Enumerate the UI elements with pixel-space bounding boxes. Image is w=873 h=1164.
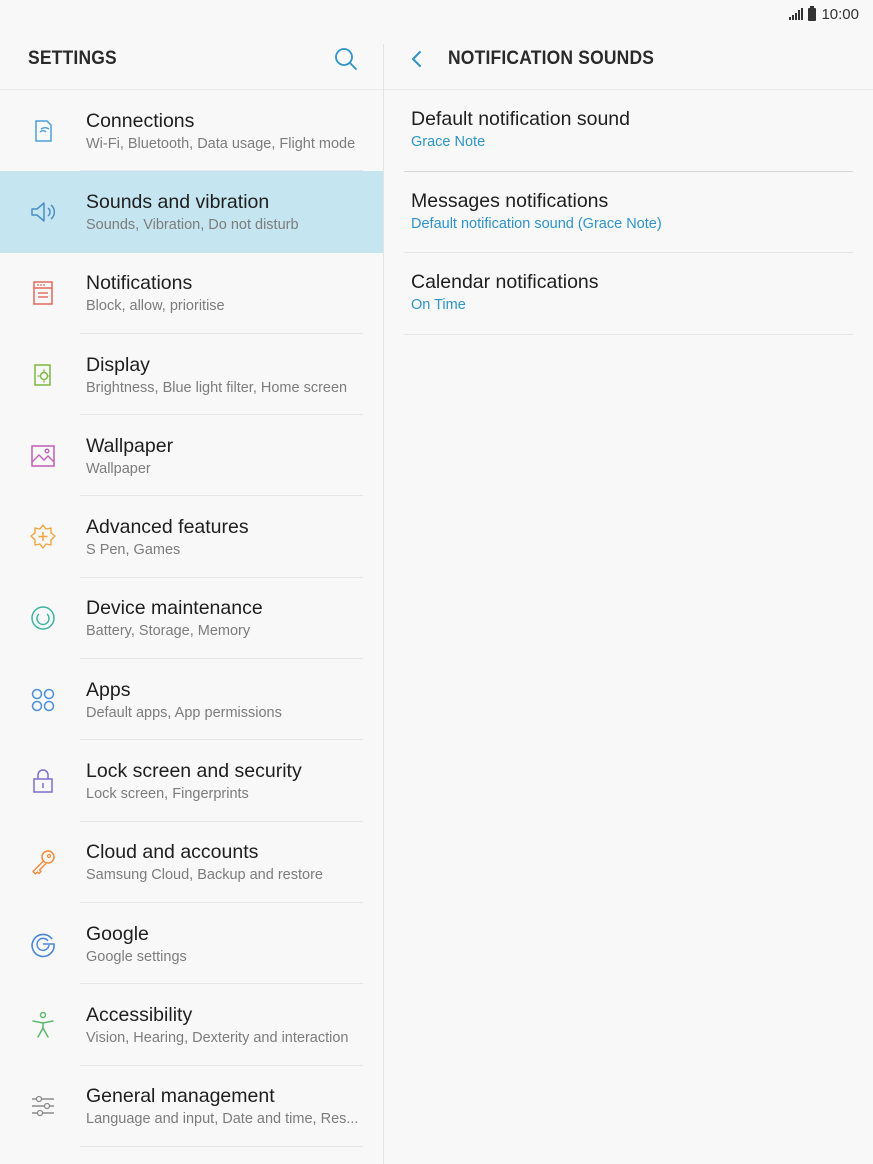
settings-pane: SETTINGS Connections Wi-Fi, Bluetooth, D… [0, 28, 383, 1164]
sliders-icon [32, 1096, 54, 1117]
key-icon [32, 850, 55, 876]
sidebar-item-title: Wallpaper [86, 434, 174, 457]
sidebar-item-subtitle: Wallpaper [86, 460, 151, 477]
status-bar: 10:00 [0, 0, 873, 28]
battery-icon [808, 5, 817, 21]
sidebar-item-title: Apps [86, 678, 131, 701]
display-icon [34, 363, 51, 386]
sidebar-item-connections[interactable]: Connections Wi-Fi, Bluetooth, Data usage… [0, 90, 383, 172]
sidebar-item-advanced-features[interactable]: Advanced features S Pen, Games [0, 496, 383, 578]
sidebar-item-title: Advanced features [86, 516, 249, 539]
sidebar-item-title: Google [86, 922, 149, 945]
sidebar-item-subtitle: Samsung Cloud, Backup and restore [86, 867, 323, 884]
search-button[interactable] [333, 46, 359, 72]
lock-icon [33, 769, 53, 793]
notification-sounds-list: Default notification sound Grace Note Me… [384, 90, 873, 335]
detail-title: NOTIFICATION SOUNDS [448, 47, 655, 69]
sidebar-item-title: Cloud and accounts [86, 841, 259, 864]
device-maintenance-icon [31, 606, 55, 631]
sidebar-item-subtitle: Block, allow, prioritise [86, 298, 225, 315]
sidebar-item-title: Device maintenance [86, 597, 263, 620]
sidebar-item-title: Display [86, 353, 150, 376]
accessibility-icon [32, 1011, 54, 1038]
sidebar-item-lock-screen-and-security[interactable]: Lock screen and security Lock screen, Fi… [0, 740, 383, 822]
sidebar-item-apps[interactable]: Apps Default apps, App permissions [0, 659, 383, 741]
sidebar-item-title: Sounds and vibration [86, 190, 270, 213]
back-arrow-icon [412, 50, 421, 67]
setting-value: Default notification sound (Grace Note) [411, 215, 662, 232]
sidebar-item-accessibility[interactable]: Accessibility Vision, Hearing, Dexterity… [0, 984, 383, 1066]
detail-header: NOTIFICATION SOUNDS [384, 28, 873, 90]
sidebar-item-display[interactable]: Display Brightness, Blue light filter, H… [0, 334, 383, 416]
page-title: SETTINGS [28, 47, 117, 69]
wallpaper-icon [31, 445, 55, 467]
google-icon [31, 933, 55, 957]
settings-menu: Connections Wi-Fi, Bluetooth, Data usage… [0, 90, 383, 1147]
setting-title: Calendar notifications [411, 271, 599, 294]
notification-sounds-pane: NOTIFICATION SOUNDS Default notification… [384, 28, 873, 1164]
calendar-notifications-item[interactable]: Calendar notifications On Time [404, 253, 853, 335]
sidebar-item-title: Connections [86, 109, 195, 132]
settings-header: SETTINGS [0, 28, 383, 90]
sidebar-item-sounds-and-vibration[interactable]: Sounds and vibration Sounds, Vibration, … [0, 171, 383, 253]
speaker-icon [31, 202, 56, 222]
setting-value: Grace Note [411, 134, 486, 151]
sidebar-item-subtitle: Sounds, Vibration, Do not disturb [86, 216, 299, 233]
sidebar-item-subtitle: Lock screen, Fingerprints [86, 786, 249, 803]
messages-notifications-item[interactable]: Messages notifications Default notificat… [404, 172, 853, 253]
divider [80, 1145, 363, 1147]
status-time: 10:00 [821, 5, 859, 23]
sidebar-item-title: General management [86, 1085, 275, 1108]
connections-icon [35, 119, 52, 142]
sidebar-item-title: Notifications [86, 272, 193, 295]
setting-title: Messages notifications [411, 189, 609, 212]
back-button[interactable] [406, 48, 428, 70]
sidebar-item-subtitle: Vision, Hearing, Dexterity and interacti… [86, 1029, 349, 1046]
sidebar-item-subtitle: Brightness, Blue light filter, Home scre… [86, 379, 348, 396]
sidebar-item-subtitle: Wi-Fi, Bluetooth, Data usage, Flight mod… [86, 135, 356, 152]
apps-icon [31, 688, 55, 711]
sidebar-item-title: Accessibility [86, 1003, 193, 1026]
sidebar-item-subtitle: Google settings [86, 948, 187, 965]
search-icon [335, 48, 357, 70]
sidebar-item-subtitle: S Pen, Games [86, 542, 181, 559]
sidebar-item-cloud-and-accounts[interactable]: Cloud and accounts Samsung Cloud, Backup… [0, 822, 383, 903]
sidebar-item-subtitle: Default apps, App permissions [86, 704, 282, 721]
sidebar-item-wallpaper[interactable]: Wallpaper Wallpaper [0, 415, 383, 497]
notifications-icon [33, 281, 53, 305]
sidebar-item-device-maintenance[interactable]: Device maintenance Battery, Storage, Mem… [0, 578, 383, 660]
default-notification-sound-item[interactable]: Default notification sound Grace Note [404, 90, 853, 172]
setting-value: On Time [411, 297, 466, 314]
signal-icon [789, 8, 804, 20]
sidebar-item-title: Lock screen and security [86, 760, 302, 783]
sidebar-item-general-management[interactable]: General management Language and input, D… [0, 1066, 383, 1147]
sidebar-item-subtitle: Language and input, Date and time, Res..… [86, 1111, 359, 1128]
sidebar-item-google[interactable]: Google Google settings [0, 903, 383, 985]
setting-title: Default notification sound [411, 108, 630, 131]
sidebar-item-subtitle: Battery, Storage, Memory [86, 623, 251, 640]
sidebar-item-notifications[interactable]: Notifications Block, allow, prioritise [0, 253, 383, 334]
advanced-features-icon [30, 524, 56, 549]
